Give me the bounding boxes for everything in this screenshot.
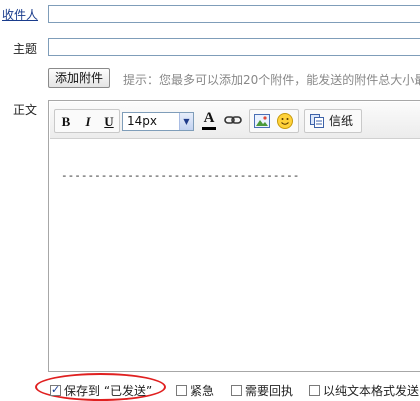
insert-group (249, 109, 299, 133)
rich-text-editor[interactable]: B I U 14px ▼ A 信纸 ----------------------… (48, 100, 420, 372)
bold-button[interactable]: B (57, 113, 75, 131)
insert-image-button[interactable] (253, 112, 271, 130)
add-attachment-button[interactable]: 添加附件 (48, 68, 111, 88)
subject-input[interactable] (48, 38, 420, 56)
read-receipt-label: 需要回执 (245, 384, 294, 398)
font-color-button[interactable]: A (200, 110, 218, 130)
plain-text-label: 以纯文本格式发送 (323, 384, 420, 398)
urgent-label: 紧急 (190, 384, 215, 398)
font-color-swatch (202, 127, 216, 130)
stationery-label: 信纸 (329, 114, 354, 128)
format-group: B I U (54, 109, 120, 133)
smiley-icon (277, 113, 293, 129)
chevron-down-icon: ▼ (179, 113, 193, 130)
recipient-input[interactable] (48, 5, 420, 23)
editor-toolbar: B I U 14px ▼ A 信纸 (50, 102, 420, 139)
insert-emoji-button[interactable] (276, 112, 294, 130)
body-label: 正文 (13, 103, 38, 117)
plain-text-checkbox[interactable] (309, 385, 320, 396)
italic-button[interactable]: I (79, 113, 97, 131)
save-to-sent-checkbox[interactable] (50, 383, 61, 396)
underline-button[interactable]: U (100, 113, 118, 131)
urgent-option[interactable]: 紧急 (176, 382, 215, 398)
font-size-value: 14px (127, 114, 157, 128)
read-receipt-option[interactable]: 需要回执 (231, 382, 294, 398)
stationery-icon (310, 114, 324, 128)
read-receipt-checkbox[interactable] (231, 385, 242, 396)
save-to-sent-option[interactable]: 保存到 “已发送” (50, 382, 153, 398)
link-button[interactable] (223, 112, 243, 130)
font-size-select[interactable]: 14px ▼ (122, 112, 194, 131)
link-icon (224, 116, 242, 124)
save-to-sent-label: 保存到 “已发送” (64, 384, 153, 398)
recipient-label[interactable]: 收件人 (2, 6, 38, 23)
stationery-button[interactable]: 信纸 (304, 109, 362, 133)
plain-text-option[interactable]: 以纯文本格式发送 (309, 382, 420, 398)
urgent-checkbox[interactable] (176, 385, 187, 396)
font-color-icon: A (203, 110, 215, 126)
subject-label: 主题 (13, 42, 38, 56)
image-icon (254, 114, 270, 128)
attachment-hint: 提示：您最多可以添加20个附件，能发送的附件总大小最 (123, 73, 420, 87)
editor-content: ------------------------------------ (61, 169, 300, 182)
